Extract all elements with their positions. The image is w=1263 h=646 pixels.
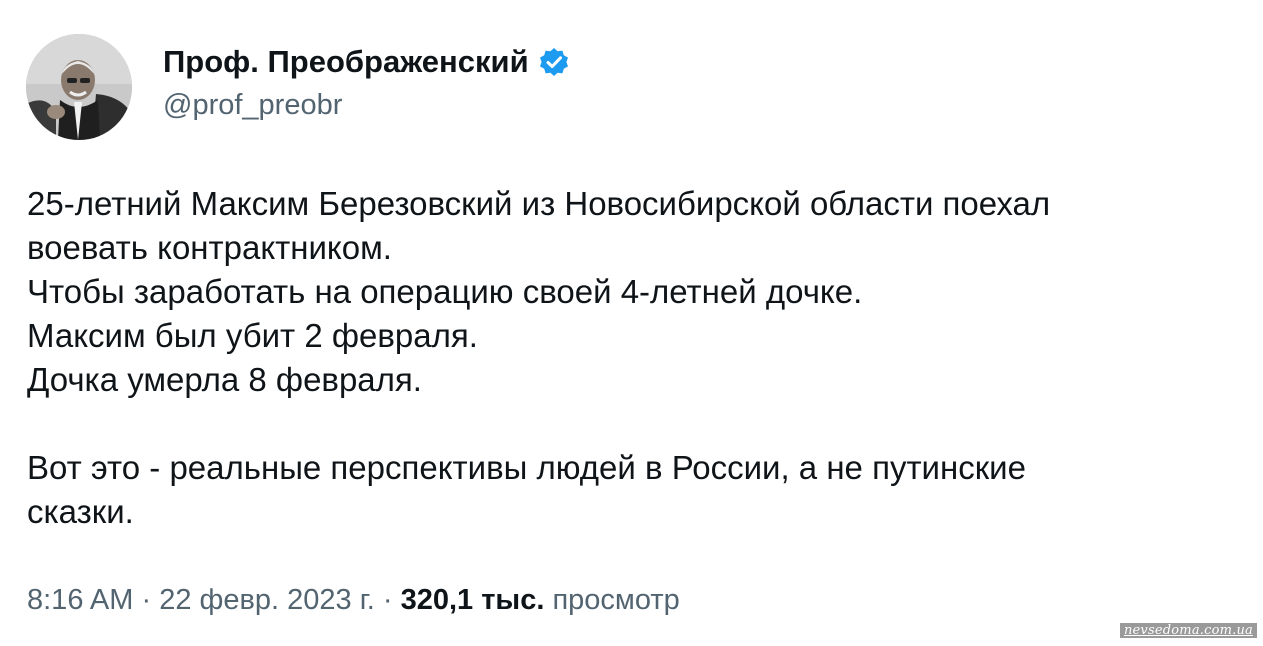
meta-separator: ·: [133, 584, 160, 616]
tweet-text: 25-летний Максим Березовский из Новосиби…: [27, 182, 1247, 534]
tweet-date[interactable]: 22 февр. 2023 г.: [159, 584, 375, 616]
tweet-meta: 8:16 AM · 22 февр. 2023 г. · 320,1 тыс. …: [27, 583, 680, 617]
tweet-time[interactable]: 8:16 AM: [27, 584, 133, 616]
views-label: просмотр: [552, 584, 680, 616]
tweet-line: Вот это - реальные перспективы людей в Р…: [27, 449, 1026, 486]
tweet-line: Чтобы заработать на операцию своей 4-лет…: [27, 273, 863, 310]
tweet-line: воевать контрактником.: [27, 229, 392, 266]
tweet-line: сказки.: [27, 493, 134, 530]
author-display-name[interactable]: Проф. Преображенский: [163, 44, 529, 80]
avatar[interactable]: [26, 34, 132, 140]
tweet-line: Дочка умерла 8 февраля.: [27, 361, 422, 398]
views-count[interactable]: 320,1 тыс.: [401, 584, 545, 616]
tweet-line: 25-летний Максим Березовский из Новосиби…: [27, 185, 1051, 222]
verified-badge-icon: [538, 46, 570, 78]
avatar-photo: [26, 34, 132, 140]
author-handle[interactable]: @prof_preobr: [163, 88, 342, 122]
tweet-line: Максим был убит 2 февраля.: [27, 317, 478, 354]
meta-separator: ·: [374, 584, 401, 616]
author-display-name-row[interactable]: Проф. Преображенский: [163, 44, 570, 80]
site-watermark: nevsedoma.com.ua: [1119, 623, 1257, 638]
